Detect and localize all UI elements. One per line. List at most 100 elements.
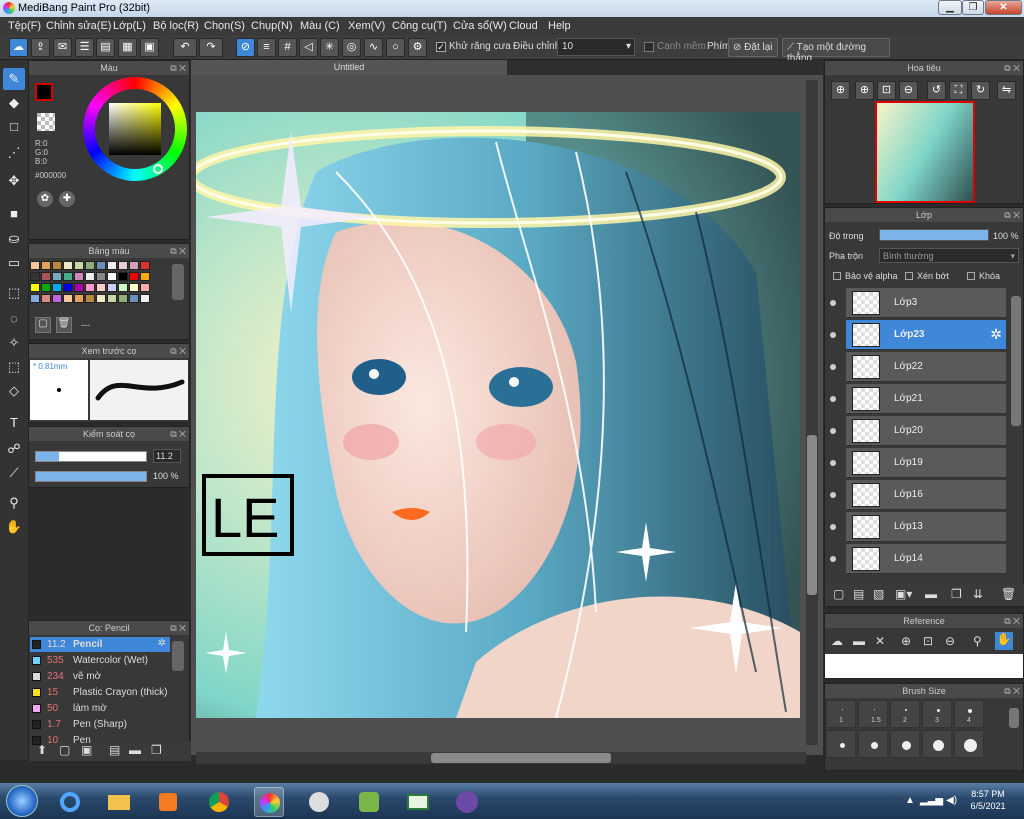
palette-swatch[interactable]: [140, 294, 150, 303]
palette-swatch[interactable]: [118, 272, 128, 281]
palette-swatch[interactable]: [63, 261, 73, 270]
brush-size-cell[interactable]: [922, 730, 952, 758]
panel-close-icon[interactable]: ⧉ ✕: [1004, 684, 1020, 698]
layer-visibility-icon[interactable]: [830, 428, 836, 434]
panel-close-icon[interactable]: ⧉ ✕: [170, 344, 186, 358]
document-icon[interactable]: ▤: [96, 38, 115, 57]
navigator-thumbnail[interactable]: [875, 101, 975, 203]
select-pen-icon[interactable]: ⬚: [3, 356, 25, 378]
brush-list-item[interactable]: 535 Watercolor (Wet): [30, 653, 170, 668]
menu-window[interactable]: Cửa sổ(W): [453, 20, 507, 32]
palette-swatch[interactable]: [41, 283, 51, 292]
palette-swatch[interactable]: [129, 283, 139, 292]
brush-size-cell[interactable]: 1: [826, 700, 856, 728]
layer-visibility-icon[interactable]: [830, 492, 836, 498]
palette-swatch[interactable]: [63, 272, 73, 281]
menu-edit[interactable]: Chỉnh sửa(E): [46, 20, 111, 32]
palette-swatch[interactable]: [118, 283, 128, 292]
text-tool-icon[interactable]: T: [3, 412, 25, 434]
palette-swatch[interactable]: [140, 261, 150, 270]
antialias-checkbox[interactable]: ✓: [436, 42, 446, 52]
brush-list-item[interactable]: 234 vẽ mờ: [30, 669, 170, 684]
palette-swatch[interactable]: [30, 294, 40, 303]
palette-swatch[interactable]: [129, 261, 139, 270]
menu-select[interactable]: Chọn(S): [204, 20, 245, 32]
lock-checkbox[interactable]: [967, 272, 975, 280]
fill-rect-tool-icon[interactable]: ■: [3, 203, 25, 225]
undo-icon[interactable]: ↶: [173, 38, 197, 57]
delete-layer-icon[interactable]: 🗑: [1001, 587, 1016, 601]
maximize-button[interactable]: ❐: [962, 0, 984, 15]
clip-checkbox[interactable]: [905, 272, 913, 280]
layer-visibility-icon[interactable]: [830, 556, 836, 562]
ellipse-snap-icon[interactable]: ○: [386, 38, 405, 57]
palette-add-icon[interactable]: ✚: [59, 191, 75, 207]
brush-list-item[interactable]: 1.7 Pen (Sharp): [30, 717, 170, 732]
cross-snap-icon[interactable]: #: [278, 38, 297, 57]
open-folder-icon[interactable]: ▬: [853, 634, 865, 648]
select-eraser-icon[interactable]: ◇: [3, 380, 25, 402]
cloud-icon[interactable]: ☁: [9, 38, 28, 57]
vertical-scroll-thumb[interactable]: [807, 435, 817, 595]
zoom-in-icon[interactable]: ⊕: [901, 634, 911, 648]
hue-marker[interactable]: [153, 164, 163, 174]
zoom-out-icon[interactable]: ⊖: [945, 634, 955, 648]
menu-view[interactable]: Xem(V): [348, 20, 385, 32]
palette-swatch[interactable]: [52, 261, 62, 270]
volume-icon[interactable]: ◀): [946, 795, 957, 806]
brush-size-cell[interactable]: [954, 730, 984, 758]
palette-swatch[interactable]: [129, 272, 139, 281]
palette-icon[interactable]: ✿: [37, 191, 53, 207]
layer-row[interactable]: Lớp13: [846, 512, 1006, 542]
new-8bit-layer-icon[interactable]: ▧: [873, 587, 884, 601]
palette-swatch[interactable]: [41, 261, 51, 270]
brush-settings-icon[interactable]: ✲: [158, 638, 166, 649]
close-icon[interactable]: ✕: [875, 634, 885, 648]
brush-size-cell[interactable]: [858, 730, 888, 758]
reference-canvas[interactable]: [825, 654, 1023, 678]
brush-size-cell[interactable]: 1.5: [858, 700, 888, 728]
ie-icon[interactable]: [55, 787, 85, 817]
palette-swatch[interactable]: [107, 272, 117, 281]
zoom-out-icon[interactable]: ⊖: [899, 81, 918, 100]
brush-size-cell[interactable]: [890, 730, 920, 758]
operation-tool-icon[interactable]: ☍: [3, 438, 25, 460]
brush-tool-icon[interactable]: ✎: [3, 68, 25, 90]
zoom-in-icon[interactable]: ⊕: [831, 81, 850, 100]
layer-row[interactable]: Lớp16: [846, 480, 1006, 510]
palette-swatch[interactable]: [96, 261, 106, 270]
layer-settings-icon[interactable]: ✲: [990, 326, 1002, 343]
document-tab[interactable]: Untitled: [191, 60, 507, 75]
horizontal-scroll-thumb[interactable]: [431, 753, 611, 763]
eyedropper-tool-icon[interactable]: ⚲: [3, 492, 25, 514]
new-layer-icon[interactable]: ▢: [833, 587, 844, 601]
rotate-right-icon[interactable]: ↻: [971, 81, 990, 100]
brush-size-cell[interactable]: 2: [890, 700, 920, 728]
folder-icon[interactable]: [104, 787, 134, 817]
menu-help[interactable]: Help: [548, 20, 571, 32]
tray-clock[interactable]: 8:57 PM 6/5/2021: [962, 788, 1014, 812]
zoom-in-icon[interactable]: ⊕: [855, 81, 874, 100]
new-palette-icon[interactable]: ▢: [35, 317, 51, 333]
layer-visibility-icon[interactable]: [830, 332, 836, 338]
palette-swatch[interactable]: [107, 283, 117, 292]
horizontal-scrollbar[interactable]: [196, 752, 806, 764]
adjust-select[interactable]: 10 ▾: [557, 38, 635, 56]
reset-button[interactable]: ⊘ Đặt lại: [728, 38, 778, 57]
cloud-upload-icon[interactable]: ☁: [831, 634, 843, 648]
foreground-color[interactable]: [35, 83, 53, 101]
menu-snap[interactable]: Chụp(N): [251, 20, 293, 32]
rectangle-tool-icon[interactable]: □: [3, 116, 25, 138]
panel-close-icon[interactable]: ⧉ ✕: [1004, 614, 1020, 628]
brush-size-scrollbar[interactable]: [1009, 708, 1019, 728]
hand-icon[interactable]: ✋: [995, 632, 1013, 650]
layer-visibility-icon[interactable]: [830, 460, 836, 466]
duplicate-layer-icon[interactable]: ❐: [951, 587, 962, 601]
fit-icon[interactable]: ⊡: [923, 634, 933, 648]
brush-size-cell[interactable]: 3: [922, 700, 952, 728]
panel-close-icon[interactable]: ⧉ ✕: [1004, 61, 1020, 75]
menu-tools[interactable]: Công cụ(T): [392, 20, 447, 32]
layer-visibility-icon[interactable]: [830, 300, 836, 306]
brush-size-cell[interactable]: [826, 730, 856, 758]
palette-swatch[interactable]: [30, 272, 40, 281]
